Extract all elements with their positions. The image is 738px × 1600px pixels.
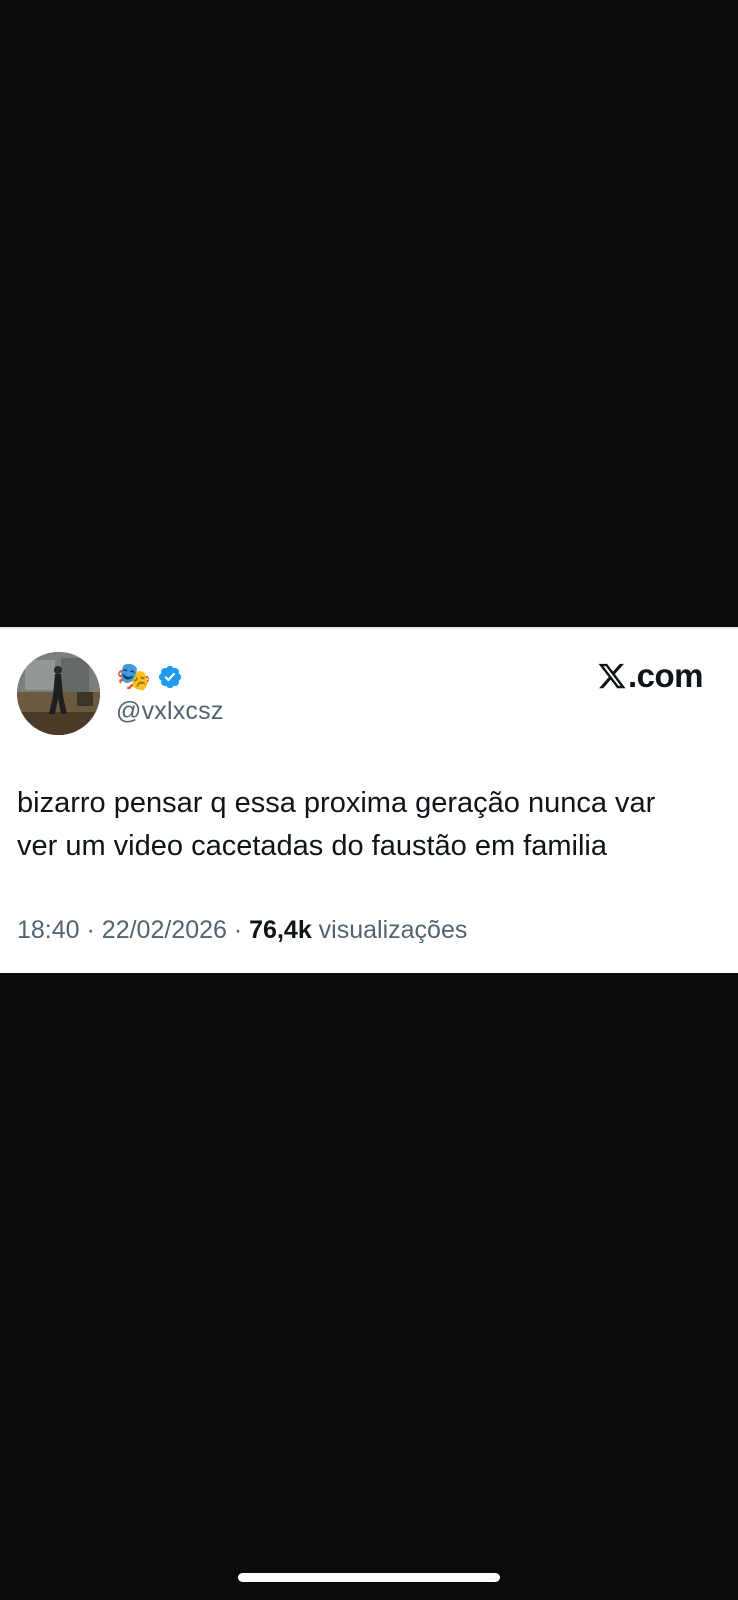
tweet-metadata: 18:40 · 22/02/2026 · 76,4k visualizações bbox=[17, 916, 467, 945]
tweet-text-line-1: bizarro pensar q essa proxima geração nu… bbox=[17, 787, 656, 819]
avatar-photo-icon bbox=[17, 652, 100, 735]
verified-badge-icon bbox=[158, 665, 181, 689]
display-name-row[interactable]: 🎭 bbox=[116, 659, 183, 695]
display-name-emoji: 🎭 bbox=[116, 660, 151, 693]
views-count[interactable]: 76,4k bbox=[249, 916, 312, 944]
tweet-card[interactable]: 🎭 @vxlxcsz .com bizarro pensar q essa pr… bbox=[0, 627, 738, 973]
x-logo-icon bbox=[598, 663, 626, 689]
avatar[interactable] bbox=[17, 652, 100, 735]
meta-separator: · bbox=[86, 916, 95, 944]
tweet-text-line-2: ver um video cacetadas do faustão em fam… bbox=[17, 830, 607, 862]
views-label: visualizações bbox=[318, 916, 468, 944]
tweet-text: bizarro pensar q essa proxima geração nu… bbox=[17, 782, 722, 868]
user-handle[interactable]: @vxlxcsz bbox=[116, 697, 224, 726]
meta-separator: · bbox=[233, 916, 243, 944]
brand-domain-text: .com bbox=[627, 657, 704, 694]
home-indicator[interactable] bbox=[238, 1573, 500, 1582]
x-com-brand: .com bbox=[597, 657, 704, 695]
tweet-date[interactable]: 22/02/2026 bbox=[102, 916, 227, 944]
tweet-time[interactable]: 18:40 bbox=[17, 916, 80, 944]
